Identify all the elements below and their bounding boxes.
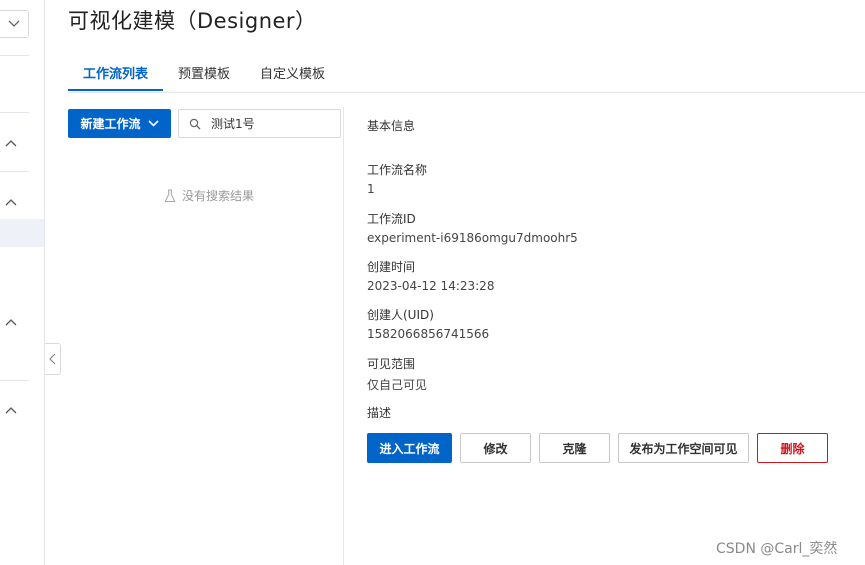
field-value-name: 1 xyxy=(367,182,375,196)
sidebar-divider xyxy=(0,112,29,113)
tab-custom-templates[interactable]: 自定义模板 xyxy=(260,60,325,92)
sidebar-divider xyxy=(0,171,29,172)
field-value-creator: 1582066856741566 xyxy=(367,327,490,341)
sidebar-collapse-button[interactable] xyxy=(45,343,61,375)
field-value-visibility: 仅自己可见 xyxy=(367,378,428,392)
delete-button[interactable]: 删除 xyxy=(757,433,828,463)
clone-button[interactable]: 克隆 xyxy=(539,433,610,463)
workspace-select[interactable] xyxy=(0,10,29,38)
tab-preset-templates[interactable]: 预置模板 xyxy=(178,60,230,92)
tab-bar: 工作流列表 预置模板 自定义模板 xyxy=(67,60,355,92)
new-workflow-label: 新建工作流 xyxy=(80,117,141,131)
workflow-search-box[interactable] xyxy=(178,109,341,138)
sidebar xyxy=(0,0,45,565)
field-label-name: 工作流名称 xyxy=(367,163,428,177)
chevron-down-icon xyxy=(147,120,159,127)
new-workflow-button[interactable]: 新建工作流 xyxy=(68,109,171,138)
chevron-up-icon xyxy=(5,199,17,206)
workflow-search-input[interactable] xyxy=(211,116,331,131)
action-bar: 进入工作流 修改 克隆 发布为工作空间可见 删除 xyxy=(367,433,836,463)
empty-state-text: 没有搜索结果 xyxy=(182,189,255,203)
chevron-down-icon xyxy=(8,20,20,27)
sidebar-divider xyxy=(0,55,29,56)
tab-workflow-list[interactable]: 工作流列表 xyxy=(67,60,164,92)
search-icon xyxy=(189,118,201,129)
sidebar-group-toggle[interactable] xyxy=(4,315,18,329)
field-value-created-time: 2023-04-12 14:23:28 xyxy=(367,279,495,293)
empty-state: 没有搜索结果 xyxy=(164,187,254,204)
field-label-created-time: 创建时间 xyxy=(367,260,416,274)
field-value-id: experiment-i69186omgu7dmoohr5 xyxy=(367,231,578,245)
field-label-visibility: 可见范围 xyxy=(367,357,416,371)
edit-button[interactable]: 修改 xyxy=(460,433,531,463)
sidebar-group-toggle[interactable] xyxy=(4,195,18,209)
field-label-id: 工作流ID xyxy=(367,212,416,226)
chevron-up-icon xyxy=(5,140,17,147)
sidebar-divider xyxy=(0,380,29,381)
watermark: CSDN @Carl_奕然 xyxy=(716,541,838,557)
chevron-up-icon xyxy=(5,319,17,326)
field-label-creator: 创建人(UID) xyxy=(367,308,434,322)
flask-icon xyxy=(164,188,176,202)
field-label-description: 描述 xyxy=(367,406,392,420)
section-title-basic-info: 基本信息 xyxy=(367,119,416,133)
sidebar-group-toggle[interactable] xyxy=(4,136,18,150)
page-title: 可视化建模（Designer） xyxy=(68,9,317,33)
panel-divider xyxy=(343,107,344,565)
enter-workflow-button[interactable]: 进入工作流 xyxy=(367,433,452,463)
tab-bar-divider xyxy=(68,92,865,93)
chevron-left-icon xyxy=(49,353,56,365)
publish-workspace-button[interactable]: 发布为工作空间可见 xyxy=(618,433,749,463)
chevron-up-icon xyxy=(5,407,17,414)
sidebar-group-toggle[interactable] xyxy=(4,403,18,417)
sidebar-item-active[interactable] xyxy=(0,219,44,247)
